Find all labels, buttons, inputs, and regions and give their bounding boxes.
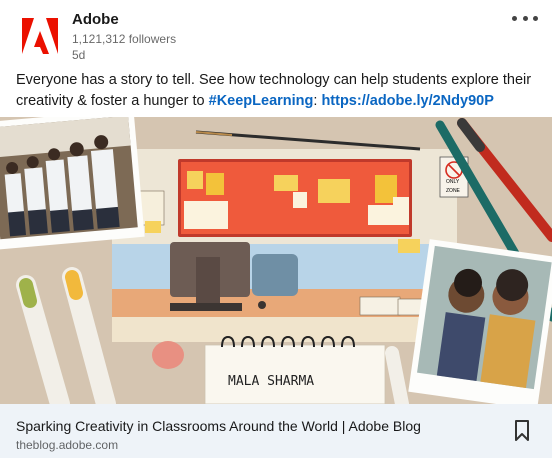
article-link[interactable]: https://adobe.ly/2Ndy90P <box>321 93 493 109</box>
article-title[interactable]: Sparking Creativity in Classrooms Around… <box>16 417 421 435</box>
article-domain: theblog.adobe.com <box>16 438 119 452</box>
post-timestamp: 5d <box>72 48 86 62</box>
article-link-card[interactable]: Sparking Creativity in Classrooms Around… <box>0 404 552 458</box>
more-options-dot <box>522 15 528 21</box>
classroom-illustration: ONLY ZONE MALA SHARMA <box>0 117 552 404</box>
notebook-name: MALA SHARMA <box>228 374 314 389</box>
sign-text: ONLY <box>446 179 460 185</box>
sign-subtext: ZONE <box>446 188 461 194</box>
adobe-logo[interactable] <box>18 14 62 58</box>
hashtag-link[interactable]: #KeepLearning <box>209 93 314 109</box>
author-info: Adobe 1,121,312 followers 5d <box>72 11 176 63</box>
author-name[interactable]: Adobe <box>72 11 176 29</box>
feed-post: Adobe 1,121,312 followers 5d Everyone ha… <box>0 0 552 458</box>
bookmark-icon[interactable] <box>514 420 530 442</box>
article-image[interactable]: ONLY ZONE MALA SHARMA <box>0 117 552 404</box>
more-options-dot <box>533 15 538 21</box>
more-options-button[interactable] <box>512 10 538 26</box>
more-options-icon <box>512 15 517 21</box>
follower-count: 1,121,312 followers <box>72 32 177 46</box>
post-commentary: Everyone has a story to tell. See how te… <box>16 70 541 112</box>
